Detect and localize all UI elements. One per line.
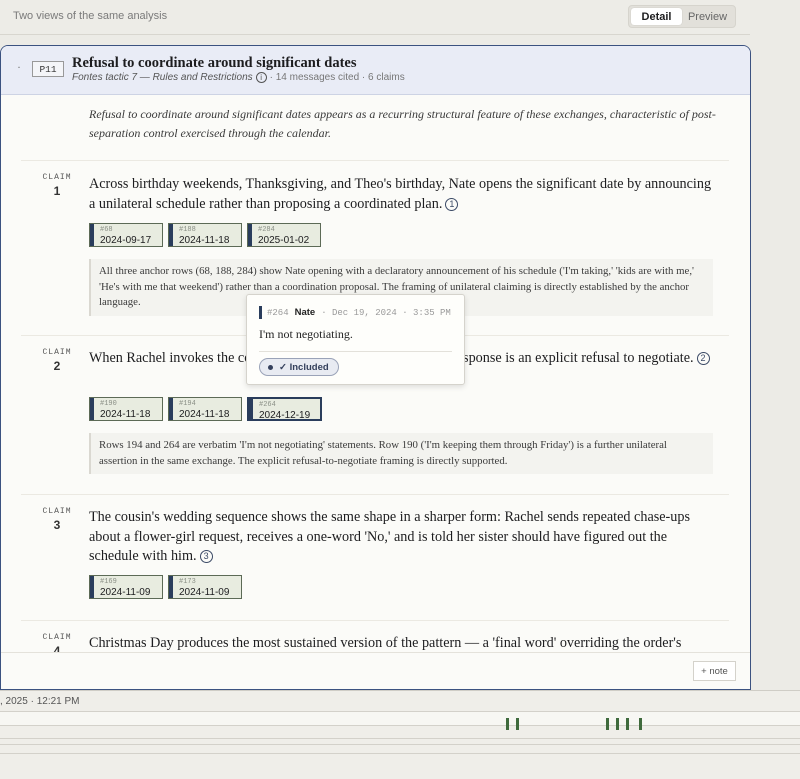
tooltip-timestamp: · Dec 19, 2024 · 3:35 PM xyxy=(321,307,451,318)
message-chip[interactable]: #169 2024-11-09 xyxy=(89,575,163,599)
chip-row-number: #194 xyxy=(179,400,196,408)
citation-ref-icon[interactable]: 1 xyxy=(445,197,459,211)
divider xyxy=(21,160,729,161)
chip-row-number: #284 xyxy=(258,226,275,234)
claim-number: 2 xyxy=(53,359,61,373)
citation-ref-icon[interactable]: 3 xyxy=(199,550,213,564)
tooltip-header: #264 Nate · Dec 19, 2024 · 3:35 PM xyxy=(259,306,451,319)
chip-row-number: #190 xyxy=(100,400,117,408)
message-chip[interactable]: #188 2024-11-18 xyxy=(168,223,242,247)
tooltip-row: #264 xyxy=(267,307,289,318)
divider xyxy=(21,620,729,621)
timeline-message-tick[interactable] xyxy=(626,718,629,730)
views-subtitle: Two views of the same analysis xyxy=(13,10,168,22)
timeline-line xyxy=(0,711,800,712)
panel-footer xyxy=(1,652,750,689)
chip-row-number: #169 xyxy=(100,578,117,586)
citation-counts: · 14 messages cited · 6 claims xyxy=(269,72,405,83)
tooltip-quote: I'm not negotiating. xyxy=(259,327,353,341)
timeline-message-tick[interactable] xyxy=(516,718,519,730)
tooltip-sender: Nate xyxy=(294,307,316,318)
claim-number: 3 xyxy=(53,518,61,532)
chip-date: 2025-01-02 xyxy=(258,235,310,246)
timeline-line xyxy=(0,753,800,754)
pattern-intro: Refusal to coordinate around significant… xyxy=(89,107,716,140)
message-chip-selected[interactable]: #264 2024-12-19 xyxy=(247,397,322,421)
timeline-message-tick[interactable] xyxy=(606,718,609,730)
chip-date: 2024-11-09 xyxy=(179,587,230,598)
message-chip[interactable]: #173 2024-11-09 xyxy=(168,575,242,599)
claim-label: CLAIM xyxy=(42,348,72,357)
sender-bar xyxy=(259,306,262,319)
pattern-id-badge: P11 xyxy=(32,61,64,77)
claim-3-chips: #169 2024-11-09 #173 2024-11-09 xyxy=(89,575,242,599)
citation-ref-icon[interactable]: 2 xyxy=(696,352,710,366)
timeline[interactable]: , 2025 · 12:21 PM xyxy=(0,690,800,779)
included-label: ✓ Included xyxy=(279,361,329,373)
chip-row-number: #264 xyxy=(259,401,276,409)
collapse-bullet[interactable]: · xyxy=(17,60,21,75)
claim-text: Across birthday weekends, Thanksgiving, … xyxy=(89,175,719,214)
message-chip[interactable]: #284 2025-01-02 xyxy=(247,223,321,247)
info-icon[interactable]: i xyxy=(255,72,267,83)
claim-1-text: Across birthday weekends, Thanksgiving, … xyxy=(89,176,712,212)
pattern-meta: Fontes tactic 7 — Rules and Restrictions… xyxy=(72,72,405,83)
timeline-timestamp: , 2025 · 12:21 PM xyxy=(0,696,80,707)
timeline-line xyxy=(0,738,800,739)
tooltip-divider xyxy=(259,351,452,352)
message-chip[interactable]: #194 2024-11-18 xyxy=(168,397,242,421)
timeline-line xyxy=(0,725,800,726)
status-dot-icon xyxy=(268,364,273,370)
claim-4-text: Christmas Day produces the most sustaine… xyxy=(89,635,682,651)
top-bar: Two views of the same analysis Detail Pr… xyxy=(0,0,750,35)
message-chip[interactable]: #190 2024-11-18 xyxy=(89,397,163,421)
claim-number: 1 xyxy=(53,184,61,198)
timeline-track[interactable] xyxy=(0,711,800,725)
add-note-button[interactable]: + note xyxy=(693,661,736,681)
claim-label: CLAIM xyxy=(42,173,72,182)
chip-date: 2024-11-18 xyxy=(100,409,151,420)
included-toggle[interactable]: ✓ Included xyxy=(259,358,339,376)
claim-1-chips: #68 2024-09-17 #188 2024-11-18 #284 2025-01… xyxy=(89,223,321,247)
claim-analysis: Rows 194 and 264 are verbatim 'I'm not n… xyxy=(89,433,713,474)
claim-3-text: The cousin's wedding sequence shows the … xyxy=(89,509,690,564)
pattern-header[interactable]: · P11 Refusal to coordinate around signi… xyxy=(1,46,750,95)
chip-date: 2024-11-09 xyxy=(100,587,151,598)
pattern-title: Refusal to coordinate around significant… xyxy=(72,55,357,71)
timeline-message-tick[interactable] xyxy=(506,718,509,730)
tab-detail[interactable]: Detail xyxy=(631,8,682,25)
chip-row-number: #68 xyxy=(100,226,113,234)
chip-row-number: #188 xyxy=(179,226,196,234)
chip-row-number: #173 xyxy=(179,578,196,586)
tab-preview[interactable]: Preview xyxy=(682,8,733,25)
timeline-message-tick[interactable] xyxy=(616,718,619,730)
chip-date: 2024-09-17 xyxy=(100,235,152,246)
chip-date: 2024-11-18 xyxy=(179,235,230,246)
claim-label: CLAIM xyxy=(42,507,72,516)
message-chip[interactable]: #68 2024-09-17 xyxy=(89,223,163,247)
message-tooltip: #264 Nate · Dec 19, 2024 · 3:35 PM I'm n… xyxy=(246,294,465,385)
chip-date: 2024-11-18 xyxy=(179,409,230,420)
chip-date: 2024-12-19 xyxy=(259,410,311,421)
view-toggle: Detail Preview xyxy=(628,5,736,28)
timeline-message-tick[interactable] xyxy=(639,718,642,730)
claim-2-chips: #190 2024-11-18 #194 2024-11-18 #264 2024-1… xyxy=(89,397,322,421)
divider xyxy=(21,494,729,495)
tactic-label: Fontes tactic 7 — Rules and Restrictions xyxy=(72,72,253,83)
claim-label: CLAIM xyxy=(42,633,72,642)
timeline-line xyxy=(0,744,800,745)
claim-text: The cousin's wedding sequence shows the … xyxy=(89,508,719,567)
